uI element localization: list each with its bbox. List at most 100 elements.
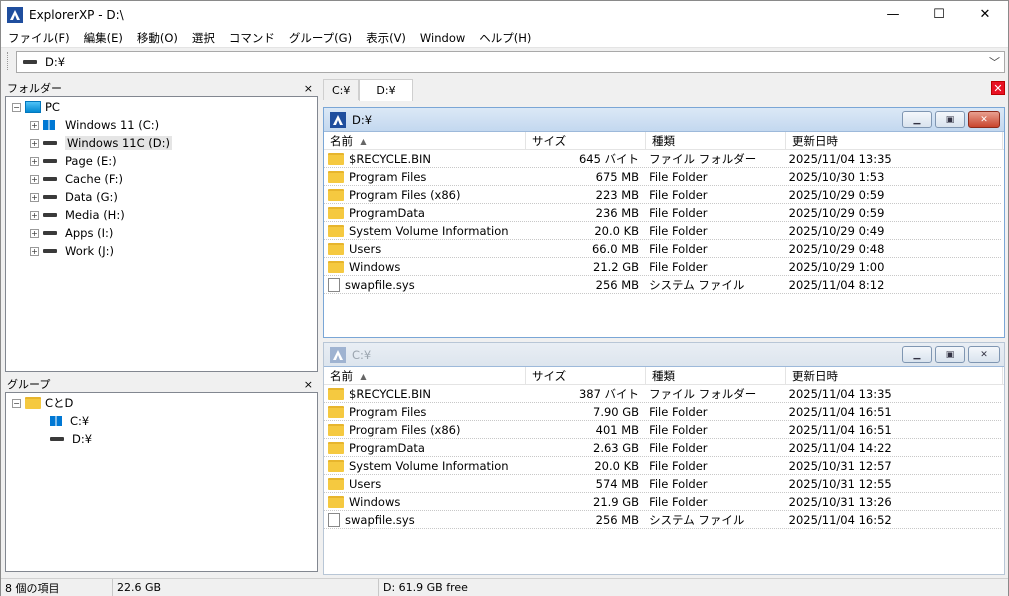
close-icon: ✕ <box>980 114 988 125</box>
cell-name: Users <box>324 240 525 258</box>
chevron-down-icon[interactable]: ﹀ <box>989 54 1000 70</box>
folder-tree[interactable]: − PC + Windows 11 (C:) + Windows 11C (D:) + P… <box>5 96 318 372</box>
menu-select[interactable]: 選択 <box>185 28 222 48</box>
cell-date: 2025/10/31 12:57 <box>785 457 1001 475</box>
collapse-icon[interactable]: − <box>12 102 21 112</box>
pane-d-file-list[interactable]: $RECYCLE.BIN 645 バイト ファイル フォルダー 2025/11/04 … <box>324 150 1004 294</box>
file-row[interactable]: ProgramData 2.63 GB File Folder 2025/11/04 … <box>324 439 1001 457</box>
folder-icon <box>328 477 344 490</box>
file-row[interactable]: swapfile.sys 256 MB システム ファイル 2025/11/04 8:… <box>324 276 1001 294</box>
menu-command[interactable]: コマンド <box>222 28 282 48</box>
windows-drive-icon <box>43 120 55 130</box>
pane-c-titlebar[interactable]: C:¥ ▁ ▣ ✕ <box>324 343 1004 367</box>
expand-icon[interactable]: + <box>30 156 39 166</box>
expand-icon[interactable]: + <box>30 210 39 220</box>
file-row[interactable]: Program Files (x86) 223 MB File Folder 2025… <box>324 186 1001 204</box>
address-combo[interactable]: D:¥ ﹀ <box>16 51 1005 73</box>
column-type[interactable]: 種類 <box>646 132 786 150</box>
cell-name-text: Program Files <box>349 404 427 419</box>
pane-d-close-button[interactable]: ✕ <box>968 111 1000 128</box>
file-row[interactable]: swapfile.sys 256 MB システム ファイル 2025/11/04 16… <box>324 511 1001 529</box>
expand-icon[interactable]: + <box>30 138 39 148</box>
file-row[interactable]: Program Files 7.90 GB File Folder 2025/11/0… <box>324 403 1001 421</box>
column-date[interactable]: 更新日時 <box>786 132 1003 150</box>
cell-date-text: 2025/10/29 0:59 <box>788 187 885 202</box>
cell-size: 223 MB <box>525 186 645 204</box>
group-node[interactable]: − CとD <box>12 394 73 412</box>
column-label: サイズ <box>532 369 567 383</box>
menu-group[interactable]: グループ(G) <box>282 28 359 48</box>
windows-drive-icon <box>50 416 62 426</box>
tree-drive-label: Media (H:) <box>65 208 125 222</box>
pane-d-minimize-button[interactable]: ▁ <box>902 111 932 128</box>
file-row[interactable]: Windows 21.9 GB File Folder 2025/10/31 13:2… <box>324 493 1001 511</box>
folders-panel-close-icon[interactable]: × <box>304 82 313 95</box>
tree-drive-item[interactable]: + Data (G:) <box>30 188 118 206</box>
file-row[interactable]: Users 66.0 MB File Folder 2025/10/29 0:48 <box>324 240 1001 258</box>
file-row[interactable]: $RECYCLE.BIN 645 バイト ファイル フォルダー 2025/11/04 … <box>324 150 1001 168</box>
groups-panel-close-icon[interactable]: × <box>304 378 313 391</box>
group-member-d[interactable]: D:¥ <box>50 430 92 448</box>
file-row[interactable]: Windows 21.2 GB File Folder 2025/10/29 1:00 <box>324 258 1001 276</box>
pane-c-restore-button[interactable]: ▣ <box>935 346 965 363</box>
tree-drive-item[interactable]: + Cache (F:) <box>30 170 123 188</box>
close-tab-icon[interactable]: ✕ <box>991 81 1005 95</box>
pane-d-titlebar[interactable]: D:¥ ▁ ▣ ✕ <box>324 108 1004 132</box>
pane-c-minimize-button[interactable]: ▁ <box>902 346 932 363</box>
file-row[interactable]: ProgramData 236 MB File Folder 2025/10/29 0… <box>324 204 1001 222</box>
file-icon <box>328 512 340 527</box>
drive-icon <box>43 213 57 217</box>
expand-icon[interactable]: + <box>30 246 39 256</box>
menu-view[interactable]: 表示(V) <box>359 28 413 48</box>
column-name[interactable]: 名前 ▲ <box>324 132 526 150</box>
cell-name-text: Program Files (x86) <box>349 422 461 437</box>
group-member-c[interactable]: C:¥ <box>50 412 89 430</box>
tree-drive-item[interactable]: + Media (H:) <box>30 206 125 224</box>
menu-file[interactable]: ファイル(F) <box>1 28 77 48</box>
expand-icon[interactable]: + <box>30 192 39 202</box>
address-input[interactable]: D:¥ <box>45 55 65 69</box>
tree-root-pc[interactable]: − PC <box>12 98 60 116</box>
file-row[interactable]: System Volume Information 20.0 KB File Fol… <box>324 222 1001 240</box>
file-row[interactable]: Program Files 675 MB File Folder 2025/10/30… <box>324 168 1001 186</box>
column-type[interactable]: 種類 <box>646 367 786 385</box>
pane-c-file-list[interactable]: $RECYCLE.BIN 387 バイト ファイル フォルダー 2025/11/04 … <box>324 385 1004 529</box>
close-button[interactable]: ✕ <box>962 1 1008 28</box>
cell-size-text: 2.63 GB <box>593 440 640 455</box>
minimize-button[interactable]: — <box>870 1 916 28</box>
cell-name: ProgramData <box>324 204 525 222</box>
tree-drive-item[interactable]: + Apps (I:) <box>30 224 113 242</box>
cell-size: 21.2 GB <box>525 258 645 276</box>
menu-window[interactable]: Window <box>413 28 472 48</box>
cell-type: File Folder <box>645 403 785 421</box>
pane-c-close-button[interactable]: ✕ <box>968 346 1000 363</box>
column-name[interactable]: 名前 ▲ <box>324 367 526 385</box>
pane-d-title: D:¥ <box>352 112 373 127</box>
file-row[interactable]: Users 574 MB File Folder 2025/10/31 12:55 <box>324 475 1001 493</box>
tab-c[interactable]: C:¥ <box>323 79 360 100</box>
tree-drive-item[interactable]: + Windows 11C (D:) <box>30 134 173 152</box>
file-row[interactable]: System Volume Information 20.0 KB File Fol… <box>324 457 1001 475</box>
column-date[interactable]: 更新日時 <box>786 367 1003 385</box>
expand-icon[interactable]: + <box>30 228 39 238</box>
tree-drive-item[interactable]: + Work (J:) <box>30 242 114 260</box>
pane-d-restore-button[interactable]: ▣ <box>935 111 965 128</box>
menu-edit[interactable]: 編集(E) <box>77 28 130 48</box>
maximize-button[interactable]: ☐ <box>916 1 962 28</box>
file-row[interactable]: $RECYCLE.BIN 387 バイト ファイル フォルダー 2025/11/04 … <box>324 385 1001 403</box>
collapse-icon[interactable]: − <box>12 398 21 408</box>
expand-icon[interactable]: + <box>30 174 39 184</box>
toolbar-grip[interactable] <box>7 52 9 70</box>
tab-d[interactable]: D:¥ <box>359 79 413 101</box>
file-row[interactable]: Program Files (x86) 401 MB File Folder 2025… <box>324 421 1001 439</box>
column-size[interactable]: サイズ <box>526 367 646 385</box>
cell-date-text: 2025/10/31 12:55 <box>788 476 892 491</box>
tree-drive-item[interactable]: + Windows 11 (C:) <box>30 116 159 134</box>
group-tree[interactable]: − CとD C:¥ D:¥ <box>5 392 318 572</box>
tree-drive-item[interactable]: + Page (E:) <box>30 152 117 170</box>
menu-help[interactable]: ヘルプ(H) <box>472 28 538 48</box>
column-size[interactable]: サイズ <box>526 132 646 150</box>
expand-icon[interactable]: + <box>30 120 39 130</box>
menu-go[interactable]: 移動(O) <box>130 28 185 48</box>
cell-name-text: System Volume Information <box>349 223 509 238</box>
